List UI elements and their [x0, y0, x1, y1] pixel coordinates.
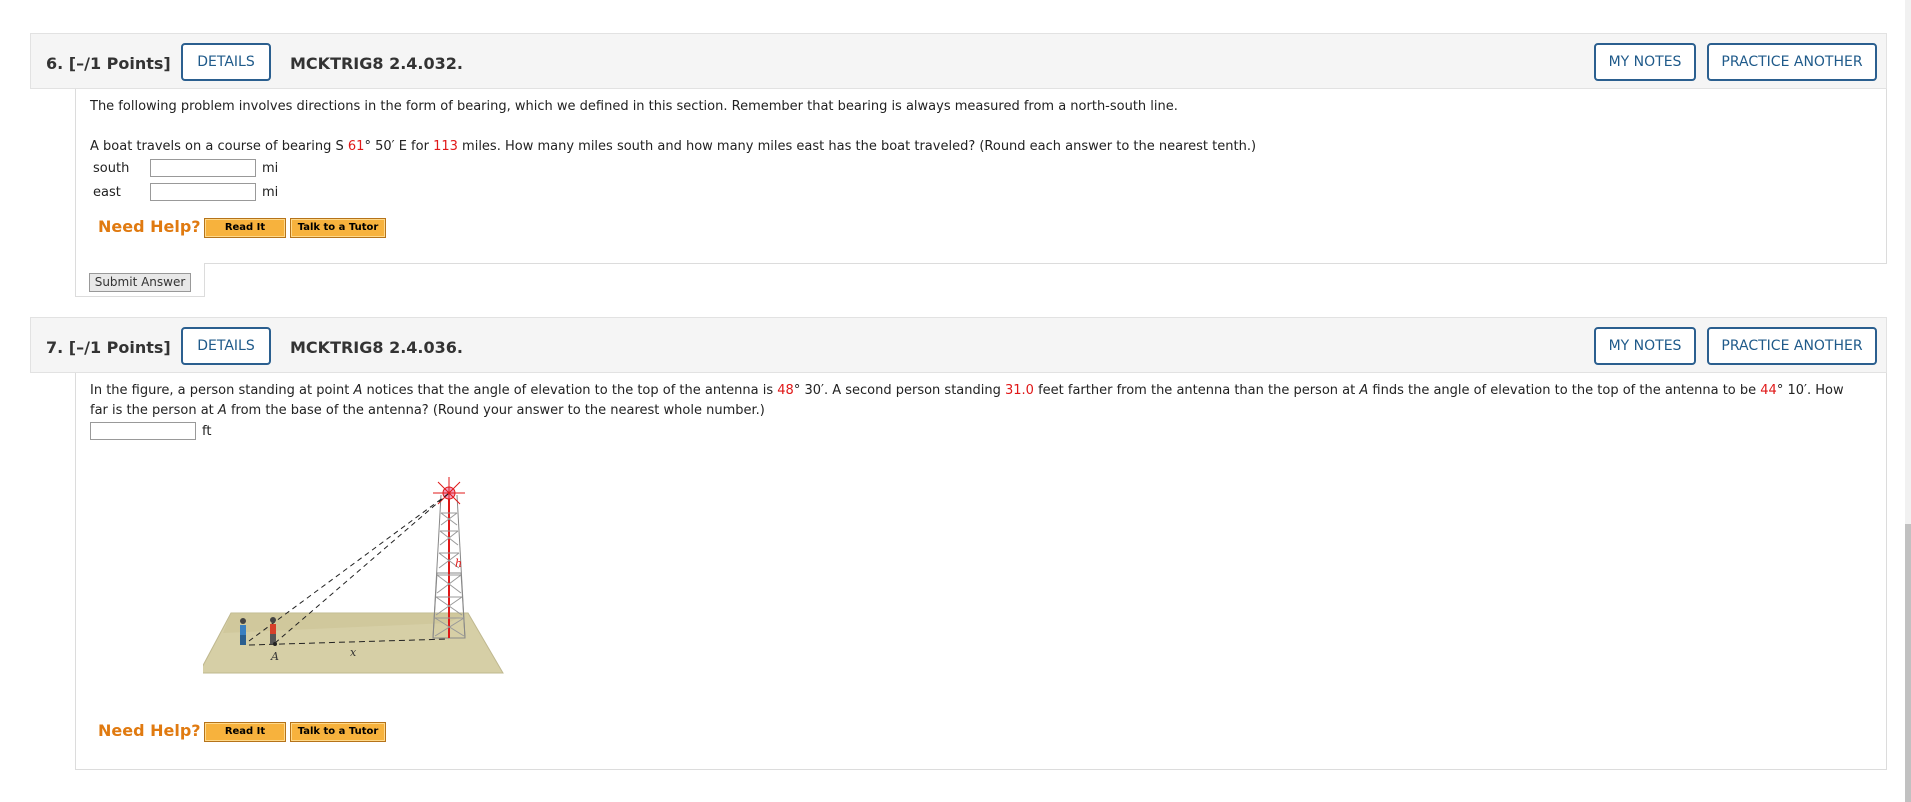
question-text-line-1: In the figure, a person standing at poin…: [90, 383, 1844, 398]
page-scrollbar-thumb[interactable]: [1905, 524, 1911, 802]
read-it-button[interactable]: Read It: [204, 218, 286, 238]
question-number-value: 6.: [46, 54, 64, 73]
practice-another-button[interactable]: PRACTICE ANOTHER: [1707, 43, 1877, 81]
problem-text: miles. How many miles south and how many…: [457, 139, 1257, 154]
points-label: [–/1 Points]: [68, 54, 171, 73]
question-problem: A boat travels on a course of bearing S …: [90, 139, 1256, 154]
problem-text: A boat travels on a course of bearing S: [90, 139, 348, 154]
question-6-header: 6. [–/1 Points] DETAILS MCKTRIG8 2.4.032…: [30, 33, 1887, 89]
question-intro: The following problem involves direction…: [90, 99, 1178, 114]
problem-text: notices that the angle of elevation to t…: [362, 383, 778, 398]
south-unit: mi: [262, 161, 279, 176]
problem-text: feet farther from the antenna than the p…: [1033, 383, 1360, 398]
question-text-line-2: far is the person at A from the base of …: [90, 403, 765, 418]
talk-to-tutor-button[interactable]: Talk to a Tutor: [290, 218, 386, 238]
person-far-icon: [240, 618, 246, 645]
person-a-icon: [270, 617, 276, 644]
figure-label-a: A: [270, 650, 279, 663]
question-7-header: 7. [–/1 Points] DETAILS MCKTRIG8 2.4.036…: [30, 317, 1887, 373]
problem-text: finds the angle of elevation to the top …: [1368, 383, 1761, 398]
details-button[interactable]: DETAILS: [181, 43, 271, 81]
problem-code: MCKTRIG8 2.4.032.: [290, 54, 463, 73]
point-a-label: A: [1359, 383, 1369, 398]
need-help-label: Need Help?: [98, 721, 201, 740]
problem-text: far is the person at: [90, 403, 218, 418]
question-6-body: The following problem involves direction…: [75, 89, 1887, 264]
my-notes-button[interactable]: MY NOTES: [1594, 43, 1696, 81]
question-number-value: 7.: [46, 338, 64, 357]
my-notes-button[interactable]: MY NOTES: [1594, 327, 1696, 365]
distance-value: 113: [433, 139, 458, 154]
submit-answer-button[interactable]: Submit Answer: [89, 273, 191, 292]
east-label: east: [93, 185, 121, 200]
question-7-body: In the figure, a person standing at poin…: [75, 373, 1887, 770]
antenna-top-icon: [433, 477, 465, 509]
figure-label-h: h: [455, 557, 462, 570]
angle-2-degrees-value: 44: [1760, 383, 1777, 398]
angle-1-degrees-value: 48: [777, 383, 794, 398]
south-answer-input[interactable]: [150, 159, 256, 177]
problem-text: ° 30′. A second person standing: [793, 383, 1005, 398]
details-button[interactable]: DETAILS: [181, 327, 271, 365]
question-number: 6. [–/1 Points]: [46, 54, 171, 73]
answer-unit: ft: [202, 424, 212, 439]
south-label: south: [93, 161, 130, 176]
point-a-label: A: [217, 403, 227, 418]
practice-another-button[interactable]: PRACTICE ANOTHER: [1707, 327, 1877, 365]
problem-text: ° 50′ E for: [364, 139, 434, 154]
point-a-marker: [273, 642, 277, 646]
problem-text: ° 10′. How: [1776, 383, 1844, 398]
problem-text: In the figure, a person standing at poin…: [90, 383, 354, 398]
problem-text: from the base of the antenna? (Round you…: [226, 403, 765, 418]
figure-label-x: x: [350, 646, 357, 659]
antenna-figure: h A x: [203, 477, 504, 674]
problem-code: MCKTRIG8 2.4.036.: [290, 338, 463, 357]
bearing-degrees-value: 61: [347, 139, 365, 154]
question-number: 7. [–/1 Points]: [46, 338, 171, 357]
distance-value: 31.0: [1005, 383, 1034, 398]
east-answer-input[interactable]: [150, 183, 256, 201]
read-it-button[interactable]: Read It: [204, 722, 286, 742]
east-unit: mi: [262, 185, 279, 200]
distance-answer-input[interactable]: [90, 422, 196, 440]
points-label: [–/1 Points]: [68, 338, 171, 357]
talk-to-tutor-button[interactable]: Talk to a Tutor: [290, 722, 386, 742]
need-help-label: Need Help?: [98, 217, 201, 236]
